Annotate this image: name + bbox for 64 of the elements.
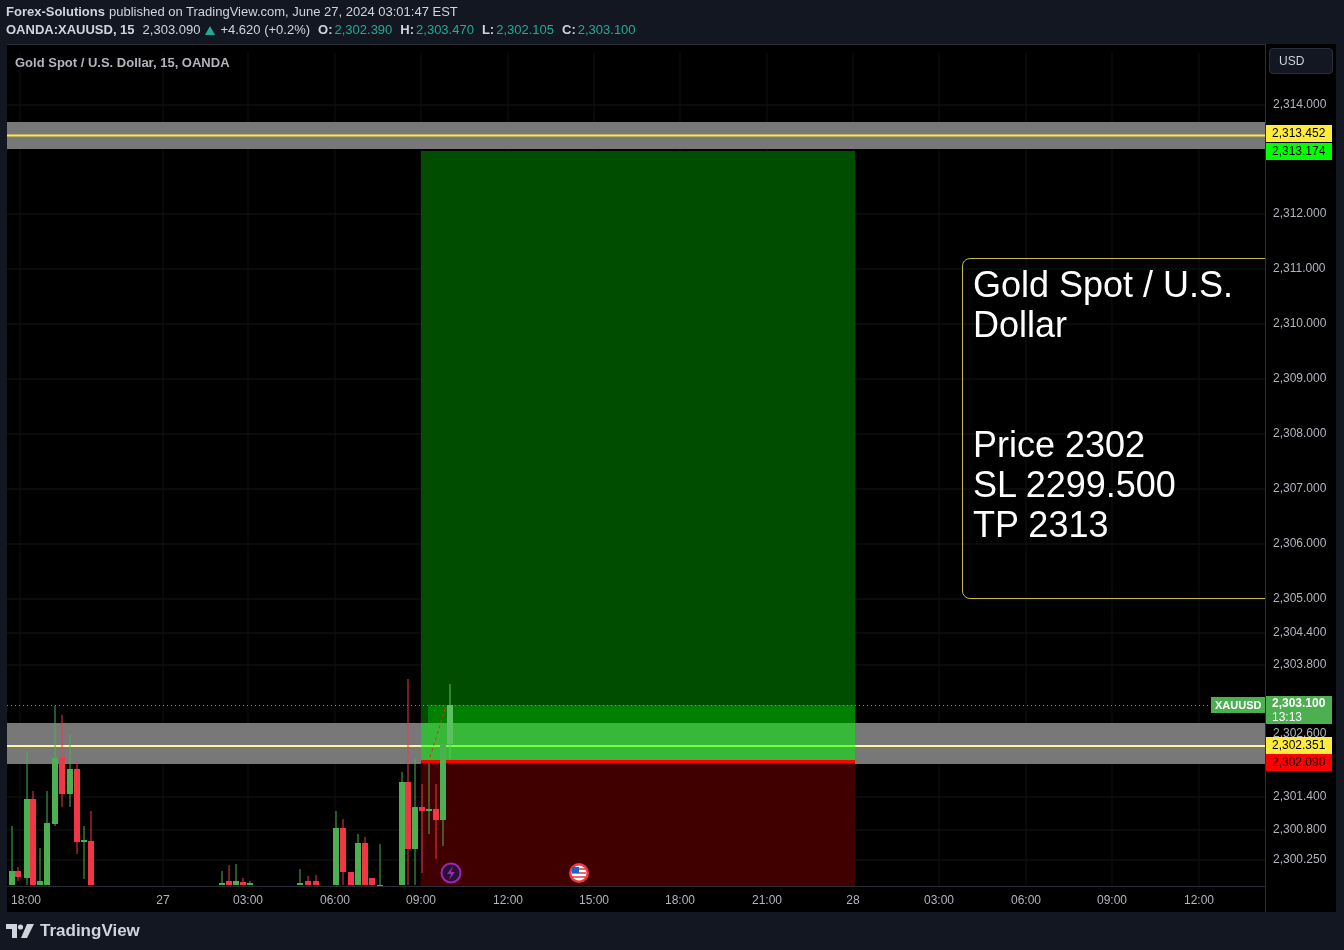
note-line: TP 2313 (973, 505, 1110, 545)
price-tick: 2,300.250 (1273, 851, 1327, 867)
price-tick: 2,303.800 (1273, 656, 1327, 672)
ohlc-label: H: (400, 21, 415, 39)
author-name[interactable]: Forex-Solutions (6, 3, 105, 21)
last-price: 2,303.090 (142, 21, 201, 39)
logo-icon (6, 924, 34, 938)
countdown: 13:13 (1272, 710, 1304, 724)
lightning-icon[interactable] (440, 862, 462, 884)
candle (377, 843, 383, 886)
trend-line (429, 705, 447, 758)
flag-icon[interactable] (569, 863, 589, 883)
symbol-title: OANDA:XAUUSD, 15 (6, 21, 135, 39)
time-label: 03:00 (233, 892, 263, 909)
time-label: 12:00 (1184, 892, 1214, 909)
chart-legend: Gold Spot / U.S. Dollar, 15, OANDA (15, 53, 230, 73)
note-title: Gold Spot / U.S. Dollar (973, 265, 1235, 345)
price-tick: 2,310.000 (1273, 315, 1327, 331)
price-tick: 2,311.000 (1273, 260, 1326, 276)
note-line: SL 2299.500 (973, 465, 1177, 505)
ohlc-value: 2,302.105 (496, 21, 555, 39)
price-tick: 2,300.800 (1273, 821, 1327, 837)
time-label: 28 (846, 892, 860, 909)
ohlc-value: 2,303.470 (416, 21, 474, 39)
time-label: 06:00 (1011, 892, 1041, 909)
price-tick: 2,308.000 (1273, 425, 1327, 441)
price-label: 2,302.351 (1266, 737, 1332, 754)
time-label: 09:00 (406, 892, 436, 909)
time-label: 15:00 (579, 892, 609, 909)
publish-info: published on TradingView.com, June 27, 2024 03:01:47 EST (108, 3, 458, 21)
candle (297, 868, 303, 886)
price-tick: 2,314.000 (1273, 96, 1327, 112)
price-tick: 2,304.400 (1273, 624, 1327, 640)
time-label: 09:00 (1097, 892, 1127, 909)
candle (313, 874, 319, 886)
price-tick: 2,301.400 (1273, 788, 1327, 804)
note-line: Price 2302 (973, 425, 1147, 465)
time-label: 18:00 (665, 892, 695, 909)
time-label: 27 (156, 892, 170, 909)
price-tick: 2,305.000 (1273, 590, 1327, 606)
price-tick: 2,307.000 (1273, 480, 1327, 496)
price-label: 2,302.090 (1266, 754, 1332, 771)
price-change: +4.620 (+0.2%) (220, 21, 311, 39)
price-label: 2,313.452 (1266, 125, 1332, 142)
time-label: 21:00 (752, 892, 782, 909)
last-price-value: 2,303.100 (1272, 696, 1327, 710)
candle (305, 875, 311, 886)
price-tick: 2,302.600 (1273, 725, 1327, 740)
price-tick: 2,312.000 (1273, 205, 1327, 221)
ohlc-label: O: (318, 21, 333, 39)
time-label: 12:00 (493, 892, 523, 909)
ohlc-label: C: (562, 21, 576, 39)
time-label: 18:00 (11, 892, 41, 909)
symbol-tag: XAUUSD (1211, 697, 1265, 713)
ohlc-label: L: (481, 21, 495, 39)
time-label: 06:00 (320, 892, 350, 909)
time-label: 03:00 (924, 892, 954, 909)
price-tick: 2,309.000 (1273, 370, 1327, 386)
ohlc-value: 2,302.390 (334, 21, 393, 39)
currency-button[interactable]: USD (1269, 48, 1333, 74)
price-tick: 2,306.000 (1273, 535, 1327, 551)
ohlc-value: 2,303.100 (577, 21, 636, 39)
brand-name: TradingView (40, 920, 140, 943)
price-label: 2,313.174 (1266, 143, 1332, 160)
